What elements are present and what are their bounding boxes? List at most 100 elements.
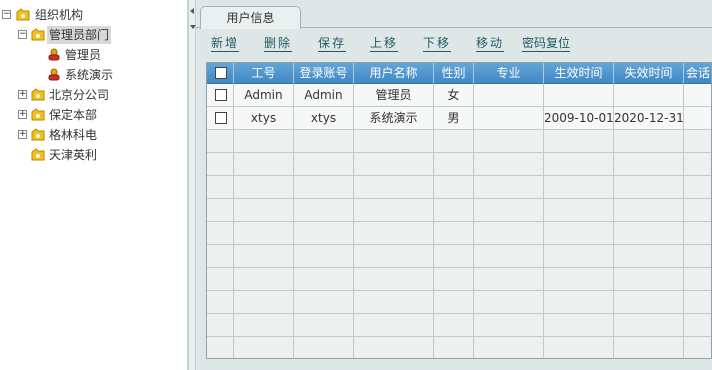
- cell-employee-id: Admin: [234, 84, 294, 107]
- table-row[interactable]: xtys xtys 系统演示 男 2009-10-01 2020-12-31: [207, 107, 711, 130]
- table-header: 工号 登录账号 用户名称 性别 专业 生效时间 失效时间 会话: [207, 63, 711, 84]
- tree-node-tianjin[interactable]: 天津英利: [0, 146, 180, 164]
- column-header[interactable]: 工号: [234, 63, 294, 84]
- column-header[interactable]: 用户名称: [354, 63, 434, 84]
- cell-end-date: 2020-12-31: [614, 107, 684, 130]
- main-panel: 用户信息 新增 删除 保存 上移 下移 移动 密码复位 工号 登录账号 用户名称…: [196, 0, 712, 370]
- expand-icon[interactable]: +: [18, 130, 27, 139]
- empty-cell: [544, 222, 614, 245]
- empty-cell: [474, 291, 544, 314]
- empty-cell: [474, 130, 544, 153]
- dept-folder-icon: [31, 28, 45, 41]
- empty-cell: [544, 337, 614, 358]
- empty-cell: [234, 153, 294, 176]
- select-cell: [207, 84, 234, 107]
- empty-table-row: [207, 199, 711, 222]
- empty-cell: [234, 245, 294, 268]
- collapse-icon[interactable]: −: [18, 30, 27, 39]
- tree-node-label: 格林科电: [49, 128, 98, 142]
- tree-node-label: 管理员部门: [47, 26, 112, 44]
- column-header[interactable]: 会话: [684, 63, 711, 84]
- row-checkbox[interactable]: [215, 89, 227, 101]
- empty-cell: [294, 245, 354, 268]
- empty-cell: [684, 337, 711, 358]
- empty-cell: [614, 337, 684, 358]
- column-header[interactable]: 失效时间: [614, 63, 684, 84]
- tree-node-label: 北京分公司: [49, 88, 110, 102]
- move-down-button[interactable]: 下移: [423, 35, 452, 52]
- tree-node-label: 管理员: [65, 48, 102, 62]
- tree-node-baoding[interactable]: + 保定本部: [0, 106, 180, 124]
- column-header[interactable]: 登录账号: [294, 63, 354, 84]
- empty-cell: [354, 222, 434, 245]
- empty-cell: [234, 130, 294, 153]
- empty-cell: [544, 130, 614, 153]
- empty-cell: [544, 245, 614, 268]
- empty-cell: [544, 153, 614, 176]
- add-button[interactable]: 新增: [211, 35, 240, 52]
- user-icon: [48, 68, 60, 81]
- empty-cell: [434, 291, 474, 314]
- empty-cell: [474, 153, 544, 176]
- move-button[interactable]: 移动: [476, 35, 505, 52]
- tree-node-user-admin[interactable]: 管理员: [0, 46, 180, 64]
- tree-node-root[interactable]: − 组织机构: [0, 6, 180, 24]
- tree-node-label: 天津英利: [49, 148, 98, 162]
- empty-cell: [234, 268, 294, 291]
- collapse-left-icon[interactable]: [190, 8, 194, 14]
- empty-cell: [614, 291, 684, 314]
- empty-cell: [207, 337, 234, 358]
- empty-cell: [614, 222, 684, 245]
- cell-session: [684, 84, 711, 107]
- empty-cell: [207, 153, 234, 176]
- empty-cell: [234, 337, 294, 358]
- cell-login: xtys: [294, 107, 354, 130]
- empty-cell: [294, 337, 354, 358]
- table-row[interactable]: Admin Admin 管理员 女: [207, 84, 711, 107]
- empty-table-row: [207, 153, 711, 176]
- tab-user-info[interactable]: 用户信息: [200, 6, 301, 29]
- empty-cell: [434, 245, 474, 268]
- cell-gender: 男: [434, 107, 474, 130]
- empty-cell: [354, 130, 434, 153]
- empty-cell: [544, 291, 614, 314]
- panel-splitter[interactable]: [188, 0, 196, 370]
- header-select-cell: [207, 63, 234, 84]
- cell-end-date: [614, 84, 684, 107]
- empty-cell: [207, 176, 234, 199]
- column-header[interactable]: 性别: [434, 63, 474, 84]
- empty-cell: [294, 199, 354, 222]
- row-checkbox[interactable]: [215, 112, 227, 124]
- cell-employee-id: xtys: [234, 107, 294, 130]
- empty-cell: [234, 176, 294, 199]
- delete-button[interactable]: 删除: [264, 35, 293, 52]
- empty-cell: [434, 268, 474, 291]
- move-up-button[interactable]: 上移: [370, 35, 399, 52]
- empty-cell: [684, 291, 711, 314]
- empty-cell: [684, 199, 711, 222]
- collapse-icon[interactable]: −: [2, 10, 11, 19]
- expand-icon[interactable]: +: [18, 110, 27, 119]
- empty-cell: [474, 176, 544, 199]
- cell-username: 管理员: [354, 84, 434, 107]
- save-button[interactable]: 保存: [318, 35, 347, 52]
- empty-cell: [614, 176, 684, 199]
- column-header[interactable]: 生效时间: [544, 63, 614, 84]
- empty-cell: [614, 199, 684, 222]
- tree-node-admin-dept[interactable]: − 管理员部门: [0, 26, 180, 44]
- tree-node-gelin[interactable]: + 格林科电: [0, 126, 180, 144]
- dept-folder-icon: [31, 128, 45, 141]
- tree-node-beijing[interactable]: + 北京分公司: [0, 86, 180, 104]
- empty-cell: [294, 176, 354, 199]
- empty-cell: [684, 130, 711, 153]
- reset-password-button[interactable]: 密码复位: [522, 35, 571, 52]
- empty-table-row: [207, 130, 711, 153]
- column-header[interactable]: 专业: [474, 63, 544, 84]
- empty-cell: [207, 291, 234, 314]
- dept-folder-icon: [31, 88, 45, 101]
- tree-node-user-demo[interactable]: 系统演示: [0, 66, 180, 84]
- expand-icon[interactable]: +: [18, 90, 27, 99]
- user-table: 工号 登录账号 用户名称 性别 专业 生效时间 失效时间 会话 Admin Ad…: [206, 62, 712, 359]
- empty-cell: [234, 199, 294, 222]
- select-all-checkbox[interactable]: [215, 67, 227, 79]
